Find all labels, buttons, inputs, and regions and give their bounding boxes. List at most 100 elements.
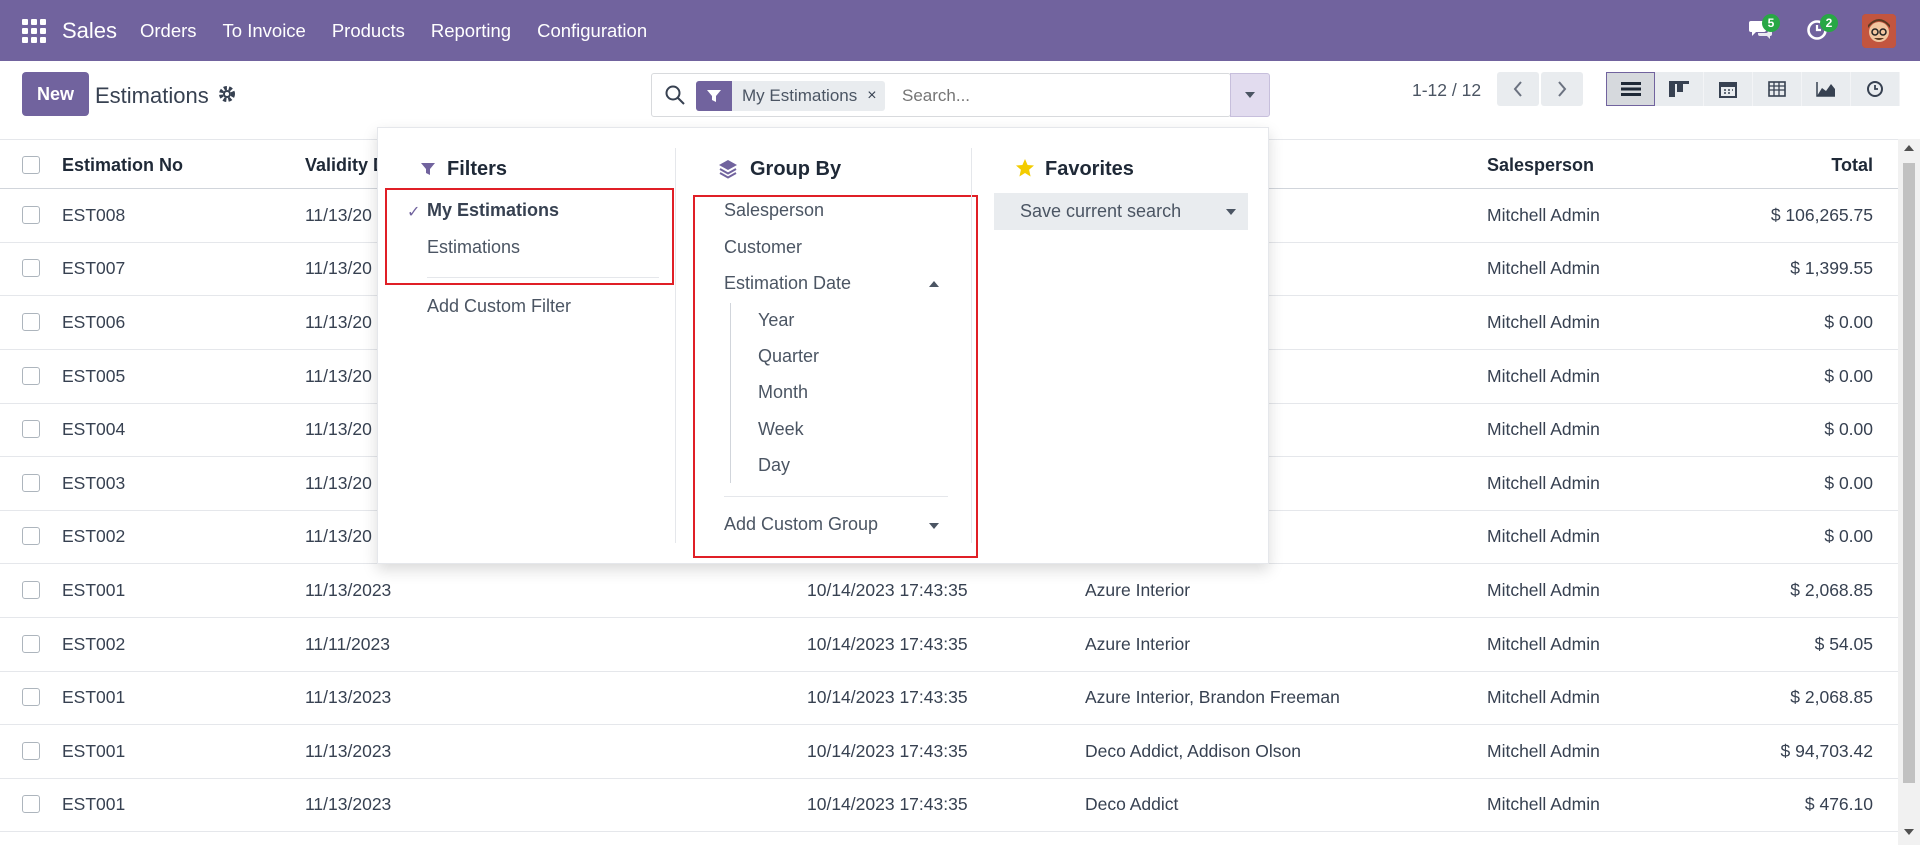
search-options-toggle[interactable]: [1230, 73, 1270, 117]
cell-validity-date: 11/13/20: [305, 473, 372, 493]
table-row[interactable]: EST002 11/11/2023 10/14/2023 17:43:35 Azure…: [0, 618, 1898, 672]
date-options-line: [730, 303, 731, 483]
row-checkbox[interactable]: [22, 527, 40, 545]
table-row[interactable]: EST001 11/13/2023 10/14/2023 17:43:35 Deco …: [0, 725, 1898, 779]
column-estimation-no[interactable]: Estimation No: [62, 155, 183, 176]
date-option-year[interactable]: Year: [758, 310, 794, 331]
menu-reporting[interactable]: Reporting: [431, 20, 511, 42]
search-bar[interactable]: My Estimations ×: [651, 73, 1231, 117]
cell-estimation-date: 10/14/2023 17:43:35: [807, 687, 968, 707]
gear-icon[interactable]: [218, 85, 236, 108]
remove-facet-icon[interactable]: ×: [867, 81, 884, 111]
row-checkbox[interactable]: [22, 420, 40, 438]
cell-validity-date: 11/13/20: [305, 205, 372, 225]
add-custom-filter[interactable]: Add Custom Filter: [427, 296, 571, 317]
cell-total: $ 0.00: [1824, 312, 1873, 332]
cell-estimation-no: EST001: [62, 794, 126, 814]
filter-estimations[interactable]: Estimations: [427, 237, 520, 258]
column-total[interactable]: Total: [1831, 155, 1873, 176]
check-icon: ✓: [407, 204, 421, 221]
cell-estimation-no: EST002: [62, 526, 126, 546]
select-all-checkbox[interactable]: [22, 156, 40, 174]
menu-to-invoice[interactable]: To Invoice: [223, 20, 306, 42]
cell-customer: Deco Addict: [1085, 794, 1179, 814]
row-checkbox[interactable]: [22, 795, 40, 813]
cell-salesperson: Mitchell Admin: [1487, 794, 1600, 814]
cell-estimation-no: EST001: [62, 687, 126, 707]
messages-button[interactable]: 5: [1748, 14, 1780, 45]
filter-icon: [421, 163, 435, 175]
cell-customer: Deco Addict, Addison Olson: [1085, 741, 1301, 761]
add-custom-group[interactable]: Add Custom Group: [724, 514, 878, 535]
table-row[interactable]: EST001 11/13/2023 10/14/2023 17:43:35 Azure…: [0, 564, 1898, 618]
row-checkbox[interactable]: [22, 367, 40, 385]
menu-configuration[interactable]: Configuration: [537, 20, 647, 42]
new-button[interactable]: New: [22, 72, 89, 116]
cell-estimation-no: EST001: [62, 580, 126, 600]
column-validity-date[interactable]: Validity D: [305, 155, 386, 176]
graph-view-button[interactable]: [1802, 72, 1851, 106]
divider: [724, 496, 948, 497]
row-checkbox[interactable]: [22, 688, 40, 706]
row-checkbox[interactable]: [22, 259, 40, 277]
table-row[interactable]: EST001 11/13/2023 10/14/2023 17:43:35 Deco …: [0, 778, 1898, 832]
calendar-view-button[interactable]: [1704, 72, 1753, 106]
column-salesperson[interactable]: Salesperson: [1487, 155, 1594, 176]
cell-salesperson: Mitchell Admin: [1487, 419, 1600, 439]
column-divider: [675, 148, 676, 543]
table-row[interactable]: EST001 11/13/2023 10/14/2023 17:43:35 Azure…: [0, 671, 1898, 725]
save-current-search-button[interactable]: Save current search: [994, 193, 1248, 230]
cell-total: $ 0.00: [1824, 419, 1873, 439]
cell-salesperson: Mitchell Admin: [1487, 205, 1600, 225]
scroll-thumb[interactable]: [1903, 163, 1915, 783]
row-checkbox[interactable]: [22, 474, 40, 492]
vertical-scrollbar[interactable]: [1898, 139, 1920, 845]
cell-total: $ 0.00: [1824, 526, 1873, 546]
pager-previous-button[interactable]: [1497, 72, 1539, 106]
kanban-view-button[interactable]: [1655, 72, 1704, 106]
row-checkbox[interactable]: [22, 206, 40, 224]
cell-total: $ 54.05: [1814, 634, 1873, 654]
caret-down-icon[interactable]: [929, 523, 939, 529]
divider: [427, 277, 659, 278]
group-by-estimation-date[interactable]: Estimation Date: [724, 273, 851, 294]
row-checkbox[interactable]: [22, 581, 40, 599]
search-facet: My Estimations ×: [696, 81, 885, 111]
filter-my-estimations[interactable]: My Estimations: [427, 200, 559, 221]
pivot-view-button[interactable]: [1753, 72, 1802, 106]
date-option-week[interactable]: Week: [758, 419, 804, 440]
group-by-customer[interactable]: Customer: [724, 237, 802, 258]
menu-products[interactable]: Products: [332, 20, 405, 42]
row-checkbox[interactable]: [22, 742, 40, 760]
cell-total: $ 476.10: [1804, 794, 1873, 814]
cell-salesperson: Mitchell Admin: [1487, 634, 1600, 654]
date-option-month[interactable]: Month: [758, 382, 808, 403]
caret-down-icon: [1245, 92, 1255, 98]
caret-down-icon: [1226, 209, 1236, 215]
cell-estimation-date: 10/14/2023 17:43:35: [807, 580, 968, 600]
user-avatar[interactable]: [1862, 14, 1896, 48]
activity-view-button[interactable]: [1851, 72, 1900, 106]
date-option-quarter[interactable]: Quarter: [758, 346, 819, 367]
cell-validity-date: 11/13/20: [305, 258, 372, 278]
search-panel-dropdown: Filters ✓ My Estimations Estimations Add…: [377, 127, 1269, 564]
app-name[interactable]: Sales: [62, 18, 117, 44]
pager-next-button[interactable]: [1541, 72, 1583, 106]
date-option-day[interactable]: Day: [758, 455, 790, 476]
row-checkbox[interactable]: [22, 313, 40, 331]
row-checkbox[interactable]: [22, 635, 40, 653]
star-icon: [1016, 159, 1034, 177]
scroll-down-icon[interactable]: [1904, 829, 1914, 835]
list-view-button[interactable]: [1606, 72, 1655, 106]
menu-orders[interactable]: Orders: [140, 20, 197, 42]
table-icon: [1768, 81, 1786, 97]
group-by-salesperson[interactable]: Salesperson: [724, 200, 824, 221]
activities-button[interactable]: 2: [1806, 14, 1838, 45]
view-switcher: [1606, 72, 1900, 106]
pager-value[interactable]: 1-12 / 12: [1412, 80, 1481, 101]
search-input[interactable]: [902, 82, 1202, 110]
scroll-up-icon[interactable]: [1904, 145, 1914, 151]
cell-estimation-no: EST003: [62, 473, 126, 493]
cell-salesperson: Mitchell Admin: [1487, 258, 1600, 278]
app-grid-icon[interactable]: [22, 19, 46, 43]
